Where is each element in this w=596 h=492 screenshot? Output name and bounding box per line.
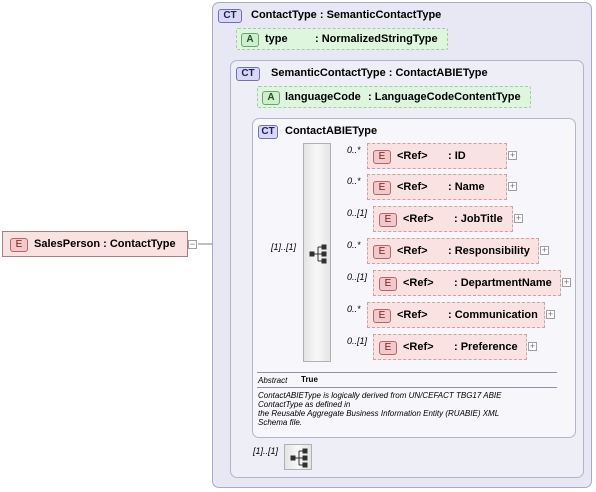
attribute-icon: A <box>241 33 259 47</box>
occurrence-label: 0..* <box>347 176 361 186</box>
documentation: ContactABIEType is logically derived fro… <box>258 391 568 427</box>
element-id[interactable]: E <Ref> : ID <box>367 143 507 169</box>
sequence-occurrence: [1]..[1] <box>271 242 297 252</box>
doc-line: Schema file. <box>258 418 303 427</box>
element-icon: E <box>373 150 391 164</box>
sales-person-label: SalesPerson : ContactType <box>34 238 176 250</box>
expand-icon[interactable]: + <box>562 278 571 287</box>
sequence-icon <box>290 448 308 468</box>
collapse-icon[interactable]: − <box>188 240 197 249</box>
attribute-type: : NormalizedStringType <box>315 33 438 45</box>
expand-icon[interactable]: + <box>514 214 523 223</box>
sales-person-element[interactable]: E SalesPerson : ContactType <box>2 231 188 257</box>
element-icon: E <box>379 213 397 227</box>
ref-label: <Ref> <box>397 181 428 193</box>
occurrence-label: 0..[1] <box>347 336 368 346</box>
element-icon: E <box>373 245 391 259</box>
complex-type-icon: CT <box>218 9 242 23</box>
doc-line: ContactType as defined in <box>258 400 351 409</box>
type-attribute[interactable]: A type : NormalizedStringType <box>236 28 448 50</box>
ref-label: <Ref> <box>403 277 434 289</box>
expand-icon[interactable]: + <box>508 151 517 160</box>
doc-line: the Reusable Aggregate Business Informat… <box>258 409 500 418</box>
semantic-contact-type-title: SemanticContactType : ContactABIEType <box>271 67 488 79</box>
occurrence-label: 0..[1] <box>347 272 368 282</box>
attribute-icon: A <box>262 91 280 105</box>
occurrence-label: 0..* <box>347 145 361 155</box>
ref-label: <Ref> <box>397 309 428 321</box>
attribute-type: : LanguageCodeContentType <box>368 91 521 103</box>
divider <box>257 372 557 373</box>
contact-type-title: ContactType : SemanticContactType <box>251 9 442 21</box>
sequence-compositor[interactable] <box>303 143 331 362</box>
element-name: : Communication <box>448 309 538 321</box>
expand-icon[interactable]: + <box>540 246 549 255</box>
divider <box>257 387 557 388</box>
element-name: : ID <box>448 150 466 162</box>
ref-label: <Ref> <box>397 245 428 257</box>
attribute-name: languageCode <box>285 91 361 103</box>
element-name: : Responsibility <box>448 245 530 257</box>
contact-abie-type-title: ContactABIEType <box>285 125 378 137</box>
expand-icon[interactable]: + <box>528 342 537 351</box>
occurrence-label: 0..[1] <box>347 208 368 218</box>
element-name: : JobTitle <box>454 213 503 225</box>
sequence-icon <box>309 244 327 264</box>
ref-label: <Ref> <box>397 150 428 162</box>
outer-sequence-occurrence: [1]..[1] <box>253 446 279 456</box>
element-name: : Name <box>448 181 485 193</box>
element-icon: E <box>379 277 397 291</box>
element-icon: E <box>379 341 397 355</box>
occurrence-label: 0..* <box>347 304 361 314</box>
outer-sequence-compositor[interactable] <box>284 444 312 470</box>
element-name: : DepartmentName <box>454 277 552 289</box>
language-code-attribute[interactable]: A languageCode : LanguageCodeContentType <box>257 86 531 108</box>
attribute-name: type <box>265 33 288 45</box>
doc-line: ContactABIEType is logically derived fro… <box>258 391 502 400</box>
ref-label: <Ref> <box>403 213 434 225</box>
element-name: : Preference <box>454 341 518 353</box>
element-icon: E <box>373 181 391 195</box>
element-preference[interactable]: E <Ref> : Preference <box>373 334 527 360</box>
complex-type-icon: CT <box>236 67 260 81</box>
occurrence-label: 0..* <box>347 240 361 250</box>
element-responsibility[interactable]: E <Ref> : Responsibility <box>367 238 539 264</box>
element-icon: E <box>10 238 28 252</box>
element-department-name[interactable]: E <Ref> : DepartmentName <box>373 270 561 296</box>
complex-type-icon: CT <box>258 125 278 139</box>
element-name-ref[interactable]: E <Ref> : Name <box>367 174 507 200</box>
expand-icon[interactable]: + <box>546 310 555 319</box>
expand-icon[interactable]: + <box>508 182 517 191</box>
element-communication[interactable]: E <Ref> : Communication <box>367 302 545 328</box>
abstract-label: Abstract <box>258 376 288 385</box>
element-job-title[interactable]: E <Ref> : JobTitle <box>373 206 513 232</box>
ref-label: <Ref> <box>403 341 434 353</box>
element-icon: E <box>373 309 391 323</box>
abstract-value: True <box>301 375 318 384</box>
